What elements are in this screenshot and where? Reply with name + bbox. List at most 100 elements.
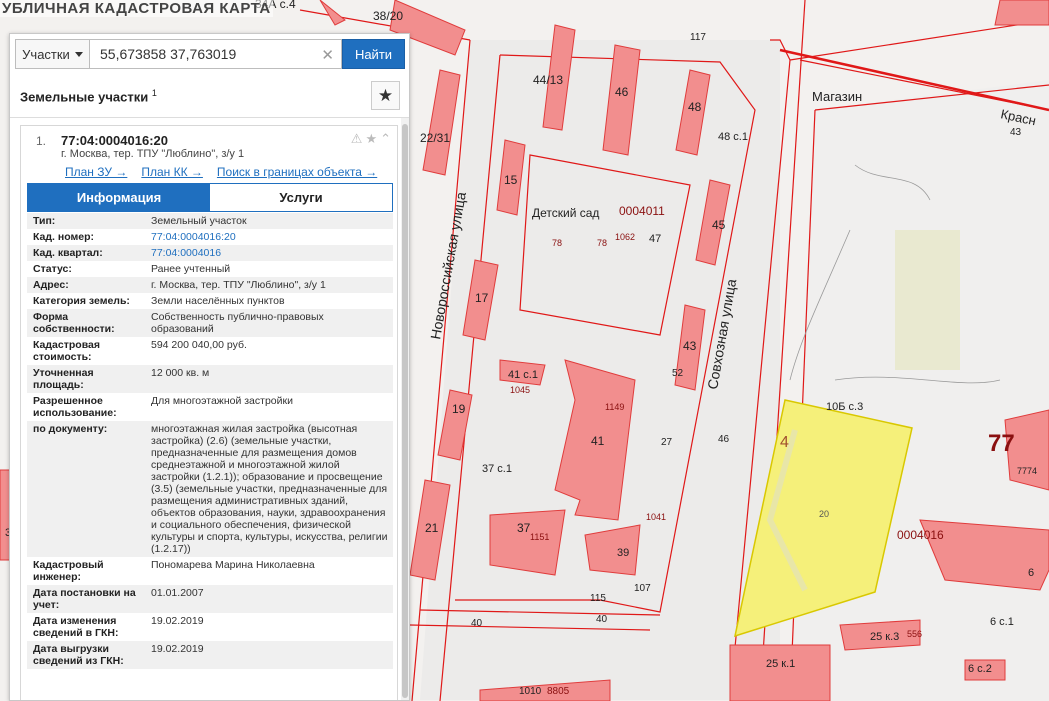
info-key: Кад. квартал:: [27, 245, 145, 261]
svg-text:45: 45: [712, 218, 726, 232]
section-count: 1: [151, 88, 157, 98]
info-key: Дата изменения сведений в ГКН:: [27, 613, 145, 641]
table-row: Кадастровая стоимость: 594 200 040,00 руб…: [27, 337, 393, 365]
table-row: по документу: многоэтажная жилая застройк…: [27, 421, 393, 557]
search-button[interactable]: Найти: [342, 39, 405, 69]
info-table: Тип: Земельный участок Кад. номер: 77:04:00…: [27, 213, 393, 669]
svg-text:1010: 1010: [519, 686, 542, 697]
info-value: Ранее учтенный: [145, 261, 393, 277]
warning-icon[interactable]: ⚠: [351, 131, 363, 147]
svg-text:43: 43: [1010, 127, 1022, 138]
info-value: 19.02.2019: [145, 641, 393, 669]
info-key: Форма собственности:: [27, 309, 145, 337]
info-value: Земельный участок: [145, 213, 393, 229]
svg-text:48 с.1: 48 с.1: [718, 131, 748, 143]
svg-text:25 к.3: 25 к.3: [870, 631, 899, 643]
svg-text:44/13: 44/13: [533, 73, 563, 87]
scrollbar-thumb[interactable]: [402, 124, 408, 698]
info-value: Пономарева Марина Николаевна: [145, 557, 393, 585]
svg-text:22/31: 22/31: [420, 131, 450, 145]
svg-text:0004016: 0004016: [897, 528, 944, 542]
plan-kk-link[interactable]: План КК →: [141, 165, 203, 179]
svg-text:19: 19: [452, 402, 466, 416]
card-tabs: Информация Услуги: [27, 183, 393, 212]
info-value: Для многоэтажной застройки: [145, 393, 393, 421]
svg-text:15: 15: [504, 173, 518, 187]
favorite-button[interactable]: ★: [371, 81, 400, 110]
star-icon: ★: [377, 85, 394, 105]
info-value: многоэтажная жилая застройка (высотная з…: [145, 421, 393, 557]
search-mode-select[interactable]: Участки: [15, 39, 90, 69]
plan-zu-link[interactable]: План ЗУ →: [65, 165, 127, 179]
info-key: Разрешенное использование:: [27, 393, 145, 421]
svg-text:48: 48: [688, 100, 702, 114]
svg-text:37: 37: [517, 521, 531, 535]
svg-text:10Б с.3: 10Б с.3: [826, 401, 863, 413]
table-row: Статус: Ранее учтенный: [27, 261, 393, 277]
table-row: Кад. квартал: 77:04:0004016: [27, 245, 393, 261]
svg-text:21: 21: [425, 521, 439, 535]
info-value: 19.02.2019: [145, 613, 393, 641]
section-header: Земельные участки 1 ★: [10, 76, 409, 118]
search-bar: Участки ✕ Найти: [15, 39, 405, 69]
info-value-link[interactable]: 77:04:0004016:20: [145, 229, 393, 245]
svg-text:52: 52: [672, 368, 684, 379]
svg-text:27: 27: [661, 437, 673, 448]
svg-text:46: 46: [615, 85, 629, 99]
info-value: Собственность публично-правовых образова…: [145, 309, 393, 337]
info-value: 594 200 040,00 руб.: [145, 337, 393, 365]
section-title: Земельные участки 1: [20, 88, 157, 104]
svg-text:8805: 8805: [547, 686, 570, 697]
svg-text:6: 6: [1028, 567, 1034, 579]
info-key: Адрес:: [27, 277, 145, 293]
svg-text:78: 78: [597, 238, 607, 248]
info-value: 01.01.2007: [145, 585, 393, 613]
table-row: Уточненная площадь: 12 000 кв. м: [27, 365, 393, 393]
svg-text:556: 556: [907, 629, 922, 639]
info-value-link[interactable]: 77:04:0004016: [145, 245, 393, 261]
card-tools: ⚠ ★ ⌃: [351, 131, 391, 147]
info-key: Уточненная площадь:: [27, 365, 145, 393]
svg-text:0004011: 0004011: [619, 204, 665, 218]
table-row: Дата изменения сведений в ГКН: 19.02.2019: [27, 613, 393, 641]
info-value: Земли населённых пунктов: [145, 293, 393, 309]
svg-text:40: 40: [471, 618, 483, 629]
svg-text:47: 47: [649, 233, 661, 245]
svg-text:7774: 7774: [1017, 466, 1037, 476]
svg-text:4: 4: [780, 434, 789, 451]
table-row: Кадастровый инженер: Пономарева Марина Ни…: [27, 557, 393, 585]
svg-text:43: 43: [683, 339, 697, 353]
svg-text:20: 20: [819, 509, 829, 519]
svg-text:117: 117: [690, 32, 706, 43]
info-key: Статус:: [27, 261, 145, 277]
svg-text:6 с.1: 6 с.1: [990, 616, 1014, 628]
svg-text:1062: 1062: [615, 232, 635, 242]
card-links: План ЗУ → План КК → Поиск в границах объ…: [65, 165, 377, 179]
table-row: Дата выгрузки сведений из ГКН: 19.02.2019: [27, 641, 393, 669]
card-cadastral-number[interactable]: 77:04:0004016:20: [61, 133, 168, 148]
table-row: Кад. номер: 77:04:0004016:20: [27, 229, 393, 245]
tab-services[interactable]: Услуги: [210, 184, 392, 211]
tab-info[interactable]: Информация: [28, 184, 210, 211]
park-area: [895, 230, 960, 370]
info-key: Категория земель:: [27, 293, 145, 309]
search-input[interactable]: [90, 41, 310, 67]
search-mode-label: Участки: [22, 46, 70, 62]
table-row: Тип: Земельный участок: [27, 213, 393, 229]
table-row: Дата постановки на учет: 01.01.2007: [27, 585, 393, 613]
svg-text:115: 115: [590, 593, 606, 604]
svg-text:17: 17: [475, 291, 489, 305]
svg-text:1045: 1045: [510, 385, 530, 395]
table-row: Форма собственности: Собственность публич…: [27, 309, 393, 337]
info-key: Дата постановки на учет:: [27, 585, 145, 613]
table-row: Категория земель: Земли населённых пункто…: [27, 293, 393, 309]
info-key: Кадастровый инженер:: [27, 557, 145, 585]
search-panel: Участки ✕ Найти Земельные участки 1 ★ 1.…: [9, 33, 410, 701]
svg-text:39: 39: [617, 547, 629, 559]
table-row: Адрес: г. Москва, тер. ТПУ "Люблино", з/у…: [27, 277, 393, 293]
close-icon[interactable]: ✕: [321, 46, 334, 64]
search-in-bounds-link[interactable]: Поиск в границах объекта →: [217, 165, 377, 179]
chevron-up-icon[interactable]: ⌃: [380, 131, 391, 147]
star-outline-icon[interactable]: ★: [365, 131, 377, 147]
svg-text:1151: 1151: [530, 532, 549, 542]
